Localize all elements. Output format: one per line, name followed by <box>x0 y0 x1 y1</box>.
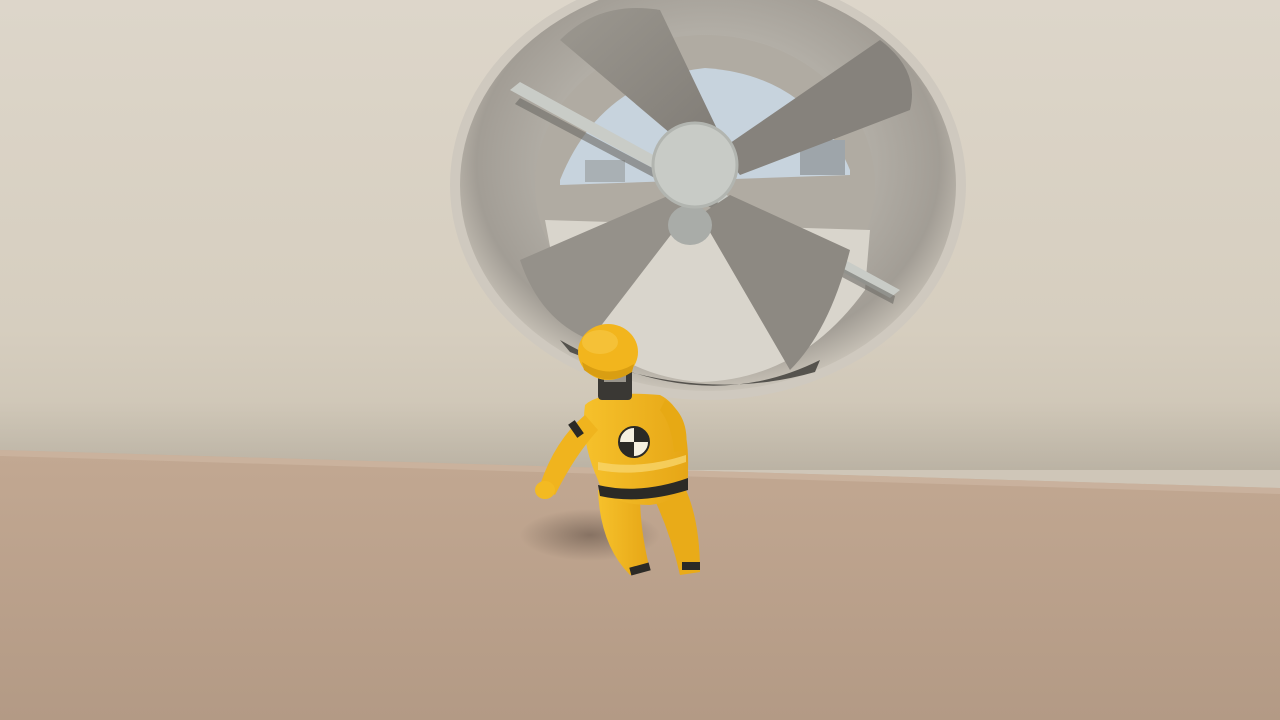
fan-hub <box>651 121 739 209</box>
left-hand <box>535 481 555 499</box>
distant-pipe <box>585 160 625 182</box>
game-scene <box>0 0 1280 720</box>
fan-shaft <box>668 205 712 245</box>
crash-test-symbol <box>618 426 650 458</box>
game-viewport[interactable] <box>0 0 1280 720</box>
